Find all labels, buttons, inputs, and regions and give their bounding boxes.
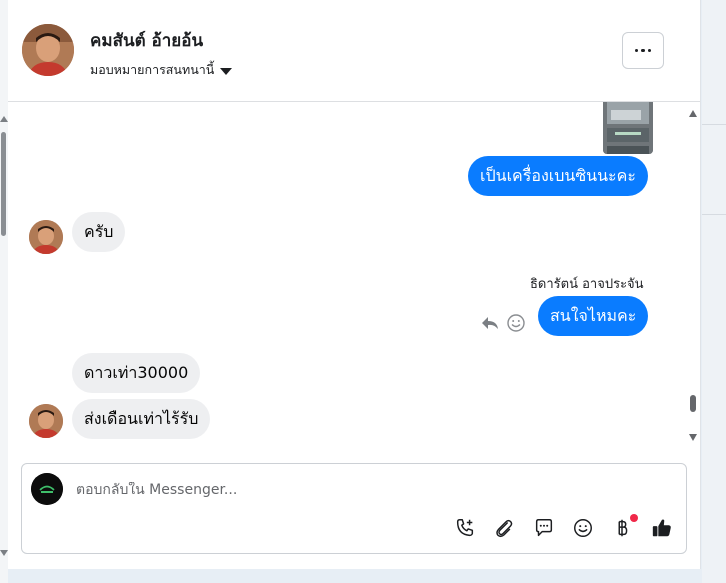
outgoing-message[interactable]: เป็นเครื่องเบนซินนะคะ: [468, 156, 648, 196]
call-add-button[interactable]: [453, 516, 477, 540]
message-sender-name: ธิดารัตน์ อาจประจัน: [530, 277, 644, 292]
page-avatar: [31, 473, 63, 505]
more-options-button[interactable]: [622, 32, 664, 69]
assign-conversation-label: มอบหมายการสนทนานี้: [90, 62, 215, 77]
like-button[interactable]: [650, 516, 674, 540]
thread-scroll-down-arrow[interactable]: [689, 434, 697, 441]
incoming-message[interactable]: ครับ: [72, 212, 126, 252]
message-thread: เป็นเครื่องเบนซินนะคะ ครับ ธิดารัตน์ อาจ…: [8, 102, 700, 450]
image-attachment[interactable]: [603, 102, 653, 154]
contact-name: คมสันต์ อ้ายอ้น: [90, 31, 204, 51]
more-horizontal-icon: [634, 48, 639, 53]
incoming-message[interactable]: ส่งเดือนเท่าไร้รับ: [72, 399, 211, 439]
attachment-icon: [496, 519, 513, 538]
message-composer: [21, 463, 687, 554]
reply-input[interactable]: [76, 482, 496, 498]
thread-scrollbar-thumb[interactable]: [690, 395, 696, 412]
notification-dot: [630, 514, 638, 522]
contact-avatar[interactable]: [29, 220, 63, 254]
baht-payment-icon: [618, 519, 628, 537]
incoming-message[interactable]: ดาวเท่า30000: [72, 353, 201, 393]
divider: [702, 124, 726, 125]
caret-down-icon: [220, 67, 233, 75]
emoji-icon: [574, 519, 592, 537]
page-scroll-up-arrow[interactable]: [0, 116, 8, 122]
reply-icon[interactable]: [480, 313, 500, 333]
like-icon: [652, 519, 671, 537]
page-scrollbar-thumb[interactable]: [1, 132, 6, 236]
react-emoji-icon[interactable]: [506, 313, 526, 333]
conversation-dialog: คมสันต์ อ้ายอ้น มอบหมายการสนทนานี้ เป็นเ: [8, 0, 701, 569]
outgoing-message[interactable]: สนใจไหมคะ: [538, 296, 649, 336]
divider: [702, 214, 726, 215]
conversation-header: คมสันต์ อ้ายอ้น มอบหมายการสนทนานี้: [8, 0, 700, 102]
page-scroll-down-arrow[interactable]: [0, 550, 8, 556]
thread-scroll-up-arrow[interactable]: [689, 110, 697, 117]
emoji-button[interactable]: [571, 516, 595, 540]
saved-reply-icon: [535, 519, 553, 537]
page-scrollbar[interactable]: [0, 0, 8, 583]
background-panel: [702, 0, 726, 583]
attach-file-button[interactable]: [492, 516, 516, 540]
contact-avatar[interactable]: [22, 24, 74, 76]
call-add-icon: [456, 519, 474, 537]
contact-avatar[interactable]: [29, 404, 63, 438]
saved-reply-button[interactable]: [532, 516, 556, 540]
assign-conversation-dropdown[interactable]: มอบหมายการสนทนานี้: [90, 60, 233, 80]
